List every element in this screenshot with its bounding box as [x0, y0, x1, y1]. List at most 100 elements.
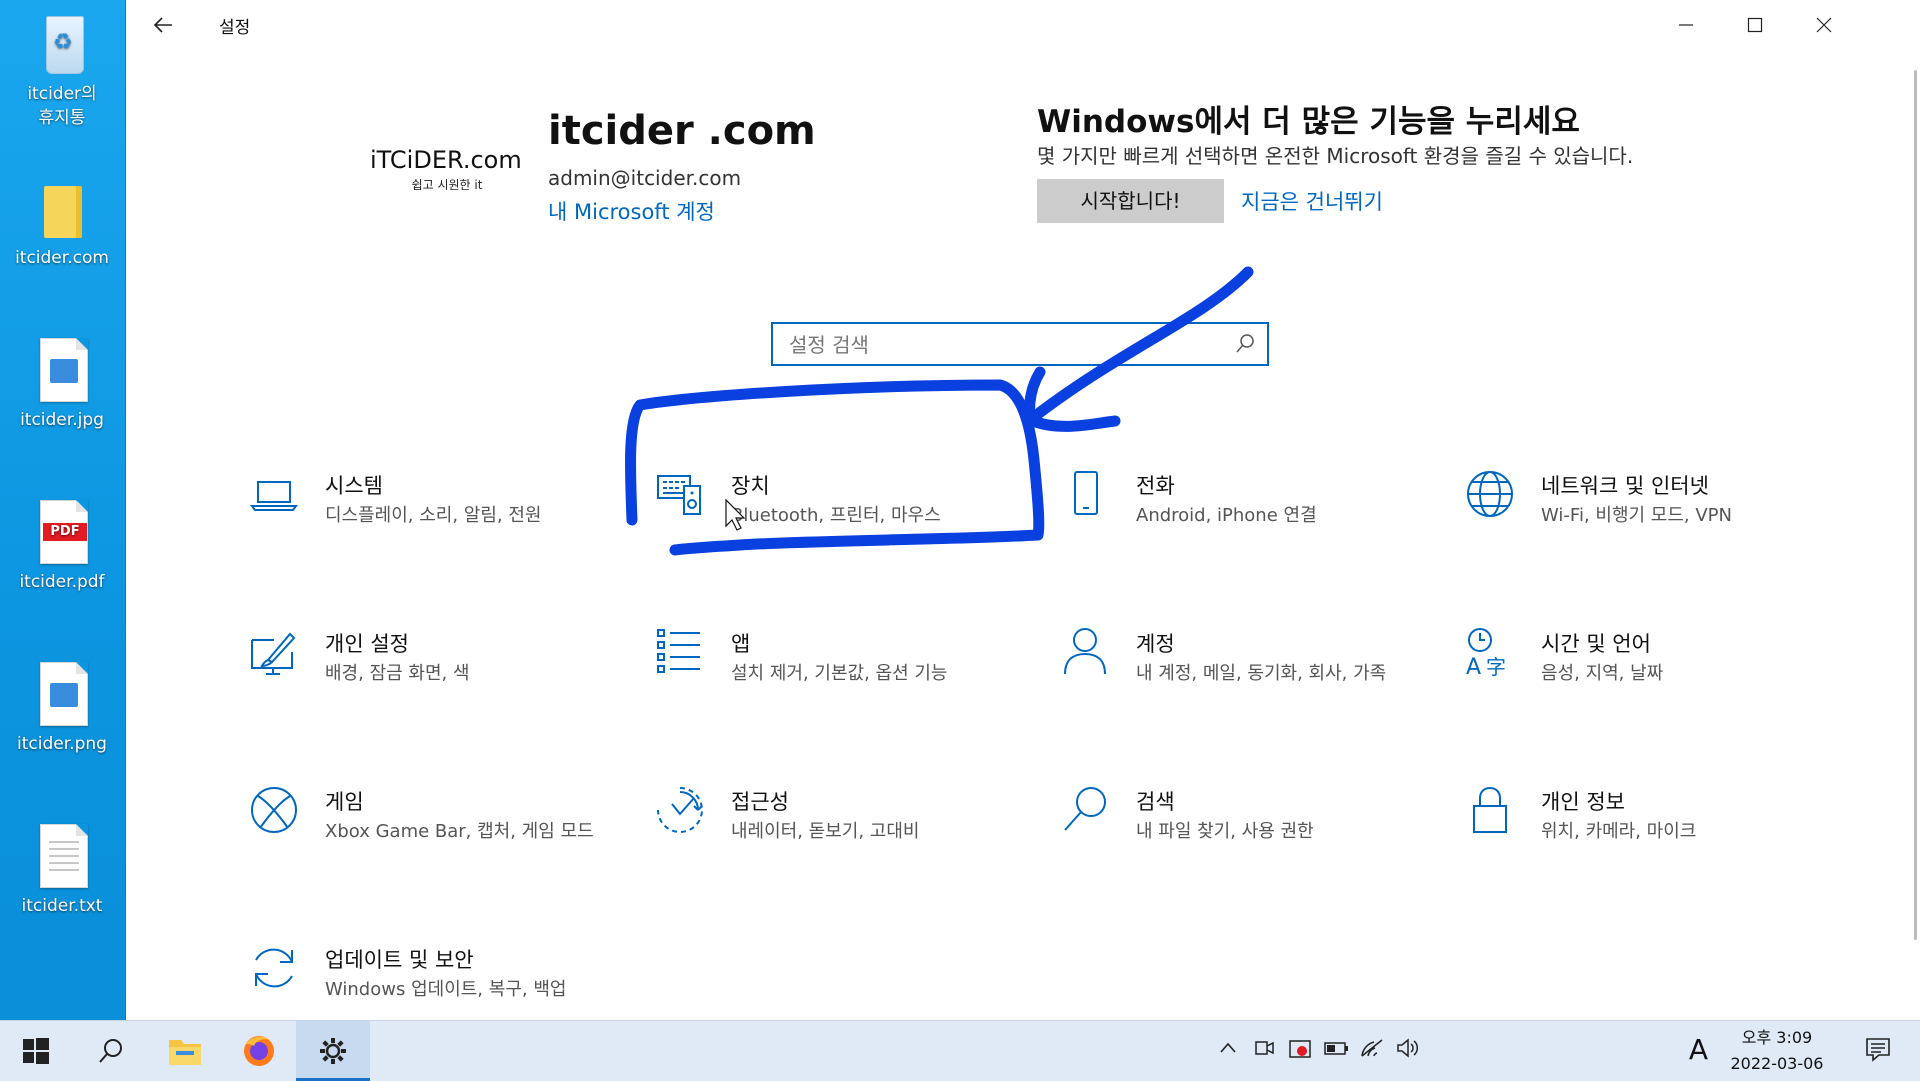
time-language-icon: A 字: [1466, 628, 1506, 678]
action-center-button[interactable]: [1864, 1036, 1892, 1064]
close-button[interactable]: [1801, 6, 1847, 46]
category-search[interactable]: 검색 내 파일 찾기, 사용 권한: [1059, 780, 1419, 900]
category-privacy[interactable]: 개인 정보 위치, 카메라, 마이크: [1464, 780, 1824, 900]
category-description: Android, iPhone 연결: [1136, 505, 1317, 526]
category-description: 위치, 카메라, 마이크: [1541, 821, 1697, 842]
desktop-icon-label: itcider.txt: [21, 896, 103, 916]
tray-meet-now[interactable]: [1250, 1037, 1278, 1065]
start-button[interactable]: 시작합니다!: [1037, 179, 1224, 223]
maximize-button[interactable]: [1732, 6, 1778, 46]
category-title: 업데이트 및 보안: [325, 948, 474, 972]
category-phone[interactable]: 전화 Android, iPhone 연결: [1059, 464, 1419, 584]
clock-date: 2022-03-06: [1730, 1054, 1824, 1073]
promo-title: Windows에서 더 많은 기능을 누리세요: [1037, 104, 1580, 140]
xbox-icon: [251, 787, 297, 833]
desktop-icon-txt[interactable]: itcider.txt: [6, 820, 118, 918]
category-gaming[interactable]: 게임 Xbox Game Bar, 캡처, 게임 모드: [248, 780, 608, 900]
account-logo: iTCiDER.com 쉽고 시원한 it: [370, 146, 524, 193]
desktop-icon-label: itcider.jpg: [20, 410, 104, 430]
category-apps[interactable]: 앱 설치 제거, 기본값, 옵션 기능: [654, 622, 1014, 742]
category-title: 앱: [731, 632, 751, 656]
battery-icon: [1324, 1042, 1348, 1055]
desktop-icon-label: itcider의: [27, 84, 97, 104]
account-name: itcider .com: [548, 108, 816, 154]
category-description: Wi-Fi, 비행기 모드, VPN: [1541, 505, 1732, 526]
tray-chevron[interactable]: [1214, 1037, 1242, 1065]
system-clock[interactable]: 오후 3:09 2022-03-06: [1722, 1025, 1832, 1077]
desktop-icon-label: 휴지통: [38, 108, 86, 128]
category-title: 검색: [1136, 790, 1175, 814]
taskbar-firefox[interactable]: [222, 1021, 296, 1081]
personalization-icon: [251, 632, 296, 675]
tray-volume[interactable]: [1394, 1037, 1422, 1065]
skip-link[interactable]: 지금은 건너뛰기: [1241, 186, 1383, 216]
category-title: 장치: [731, 474, 770, 498]
tray-wifi[interactable]: [1358, 1037, 1386, 1065]
ime-indicator[interactable]: A: [1689, 1033, 1708, 1066]
search-icon[interactable]: [1233, 332, 1257, 356]
category-title: 게임: [325, 790, 364, 814]
desktop-icon-jpg[interactable]: itcider.jpg: [6, 334, 118, 432]
notification-icon: [1866, 1038, 1890, 1062]
category-time-language[interactable]: A 字 시간 및 언어 음성, 지역, 날짜: [1464, 622, 1824, 742]
desktop-icon-pdf[interactable]: PDF itcider.pdf: [6, 496, 118, 594]
category-title: 시간 및 언어: [1541, 632, 1651, 656]
minimize-button[interactable]: [1663, 6, 1709, 46]
window-title: 설정: [219, 18, 251, 38]
taskbar-file-explorer[interactable]: [148, 1021, 222, 1081]
close-icon: [1816, 17, 1832, 33]
category-description: 음성, 지역, 날짜: [1541, 663, 1664, 684]
logo-text: iTCiDER.com: [370, 146, 522, 174]
taskbar-settings[interactable]: [296, 1021, 370, 1081]
person-icon: [1064, 628, 1106, 675]
laptop-icon: [250, 481, 298, 511]
account-email: admin@itcider.com: [548, 166, 742, 190]
desktop-icon-png[interactable]: itcider.png: [6, 658, 118, 756]
microsoft-account-link[interactable]: 내 Microsoft 계정: [548, 196, 715, 226]
apps-list-icon: [657, 629, 700, 673]
lock-icon: [1473, 786, 1507, 833]
category-devices[interactable]: 장치 Bluetooth, 프린터, 마우스: [654, 464, 1014, 584]
logo-tagline: 쉽고 시원한 it: [411, 178, 483, 192]
firefox-icon: [244, 1036, 274, 1066]
category-personalization[interactable]: 개인 설정 배경, 잠금 화면, 색: [248, 622, 608, 742]
update-sync-icon: [255, 948, 293, 988]
recycle-bin-icon: [46, 16, 84, 74]
category-description: 디스플레이, 소리, 알림, 전원: [325, 505, 542, 526]
volume-icon: [1397, 1038, 1419, 1058]
capture-icon: [1289, 1040, 1311, 1058]
taskbar: A 오후 3:09 2022-03-06: [0, 1020, 1920, 1081]
tray-battery[interactable]: [1322, 1037, 1350, 1065]
settings-window: 설정 iTCiDER.com 쉽고 시원한 it itcider .com ad…: [125, 0, 1920, 1020]
desktop-icon-label: itcider.png: [17, 734, 107, 754]
category-title: 개인 정보: [1541, 790, 1625, 814]
devices-icon: [657, 475, 701, 515]
maximize-icon: [1747, 17, 1763, 33]
back-arrow-icon: [153, 17, 172, 33]
start-icon: [23, 1038, 49, 1064]
desktop-icon-label: itcider.com: [15, 248, 109, 268]
search-input[interactable]: [773, 324, 1211, 366]
phone-icon: [1074, 471, 1098, 515]
settings-gear-icon: [320, 1038, 346, 1064]
start-button[interactable]: [0, 1021, 74, 1081]
category-title: 전화: [1136, 474, 1175, 498]
category-description: Xbox Game Bar, 캡처, 게임 모드: [325, 821, 594, 842]
tray-capture[interactable]: [1286, 1037, 1314, 1065]
category-accounts[interactable]: 계정 내 계정, 메일, 동기화, 회사, 가족: [1059, 622, 1419, 742]
search-magnifier-icon: [1064, 787, 1106, 831]
clock-time: 오후 3:09: [1741, 1028, 1813, 1047]
category-system[interactable]: 시스템 디스플레이, 소리, 알림, 전원: [248, 464, 608, 584]
category-description: Windows 업데이트, 복구, 백업: [325, 979, 567, 1000]
category-network[interactable]: 네트워크 및 인터넷 Wi-Fi, 비행기 모드, VPN: [1464, 464, 1824, 584]
category-accessibility[interactable]: 접근성 내레이터, 돋보기, 고대비: [654, 780, 1014, 900]
desktop-icon-recycle-bin[interactable]: itcider의 휴지통: [6, 8, 118, 130]
scrollbar[interactable]: [1914, 70, 1917, 940]
back-button[interactable]: [148, 10, 178, 40]
category-description: 내 계정, 메일, 동기화, 회사, 가족: [1136, 663, 1387, 684]
desktop-icon-folder[interactable]: itcider.com: [6, 172, 118, 270]
taskbar-search-button[interactable]: [74, 1021, 148, 1081]
title-bar: 설정: [126, 0, 1920, 50]
pdf-badge: PDF: [43, 523, 87, 541]
minimize-icon: [1679, 24, 1693, 26]
